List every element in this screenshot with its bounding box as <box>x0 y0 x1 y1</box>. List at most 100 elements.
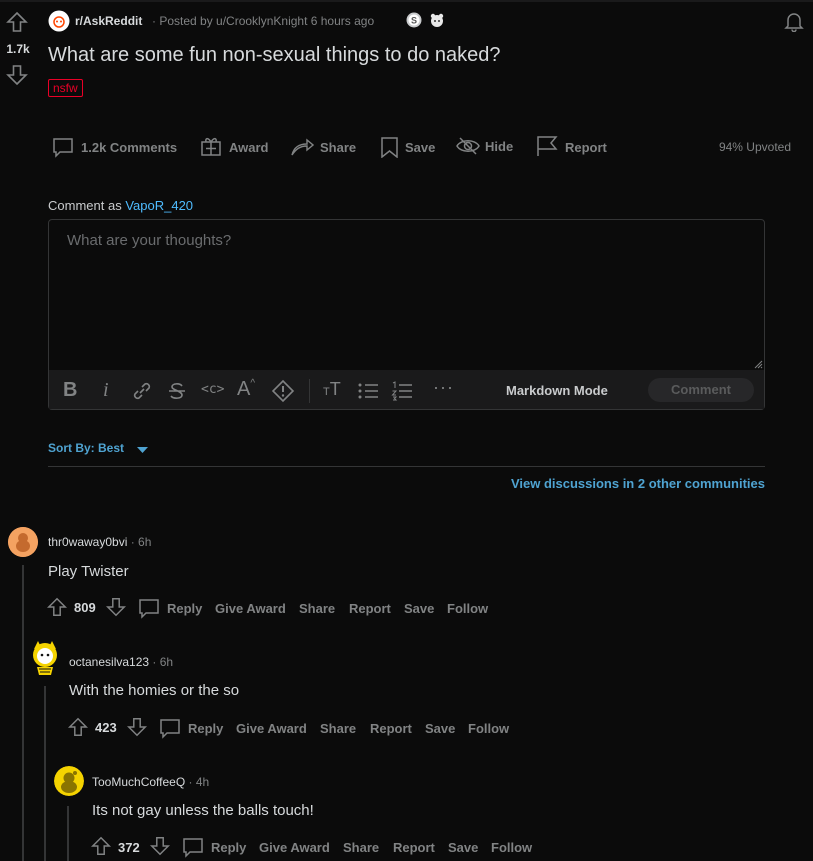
share-arrow-icon <box>291 138 314 156</box>
save-button[interactable]: Save <box>425 721 455 736</box>
report-button[interactable]: Report <box>370 721 412 736</box>
toolbar-divider <box>309 379 310 403</box>
share-label: Share <box>320 140 357 155</box>
avatar[interactable] <box>29 639 61 675</box>
share-button[interactable]: Share <box>343 840 379 855</box>
comment-as-username[interactable]: VapoR_420 <box>125 198 193 213</box>
downvote-icon[interactable] <box>105 596 127 618</box>
give-award-button[interactable]: Give Award <box>259 840 330 855</box>
comment-body: Its not gay unless the balls touch! <box>92 802 314 819</box>
superscript-icon[interactable]: A^ <box>237 378 255 401</box>
flag-icon <box>537 136 558 156</box>
bookmark-icon <box>381 137 398 158</box>
upvote-icon[interactable] <box>90 835 112 857</box>
more-options-icon[interactable]: ··· <box>433 377 454 398</box>
nsfw-flair: nsfw <box>48 79 83 97</box>
reply-button[interactable]: Reply <box>188 721 223 736</box>
downvote-icon[interactable] <box>126 716 148 738</box>
avatar[interactable] <box>54 766 84 796</box>
follow-button[interactable]: Follow <box>491 840 532 855</box>
upvote-icon <box>6 11 28 32</box>
thread-line[interactable] <box>22 565 24 861</box>
report-button[interactable]: Report <box>349 601 391 616</box>
reply-bubble-icon[interactable] <box>138 597 160 619</box>
comment-header: TooMuchCoffeeQ · 4h <box>92 775 209 789</box>
follow-button[interactable]: Follow <box>447 601 488 616</box>
award-label: Award <box>229 140 269 155</box>
upvote-icon[interactable] <box>67 716 89 738</box>
comment-actions: 372 Reply Give Award Share Report Save F… <box>90 835 560 859</box>
comment-time: · 6h <box>130 535 152 549</box>
spoiler-icon[interactable] <box>271 379 295 403</box>
bell-icon <box>784 13 804 32</box>
share-button[interactable]: Share <box>299 601 335 616</box>
view-discussions-link[interactable]: View discussions in 2 other communities <box>511 476 765 491</box>
gift-icon <box>201 137 221 156</box>
comment-author[interactable]: TooMuchCoffeeQ <box>92 775 185 789</box>
downvote-icon <box>6 65 28 86</box>
avatar[interactable] <box>8 527 38 557</box>
post-vote-count: 1.7k <box>6 42 30 56</box>
numbered-list-icon[interactable] <box>391 381 413 401</box>
sort-dropdown[interactable]: Sort By: Best <box>48 441 124 455</box>
sort-label: Sort By: Best <box>48 441 125 455</box>
comment-vote-count: 423 <box>95 720 117 735</box>
notification-bell-button[interactable] <box>783 10 805 32</box>
reply-bubble-icon[interactable] <box>159 717 181 739</box>
report-label: Report <box>565 140 607 155</box>
post-downvote-button[interactable] <box>5 63 29 87</box>
bulleted-list-icon[interactable] <box>357 381 379 401</box>
italic-icon[interactable]: i <box>103 379 109 402</box>
strikethrough-icon[interactable] <box>166 380 188 402</box>
divider <box>48 466 765 467</box>
inline-code-icon[interactable]: <c> <box>201 382 224 397</box>
caret-down-icon[interactable] <box>137 447 148 453</box>
give-award-button[interactable]: Give Award <box>215 601 286 616</box>
subreddit-icon[interactable] <box>48 10 70 32</box>
silver-award-icon: S <box>406 12 422 28</box>
downvote-icon[interactable] <box>149 835 171 857</box>
comment-body: With the homies or the so <box>69 682 240 699</box>
resize-handle-icon[interactable] <box>754 360 763 369</box>
save-label: Save <box>405 140 436 155</box>
comment-as-line: Comment as VapoR_420 <box>48 198 193 213</box>
bold-icon[interactable]: B <box>63 379 77 402</box>
comments-label: 1.2k Comments <box>81 140 178 155</box>
post-title[interactable]: What are some fun non-sexual things to d… <box>48 44 501 67</box>
thread-line[interactable] <box>67 806 69 861</box>
upvote-icon[interactable] <box>46 596 68 618</box>
comment-input[interactable]: What are your thoughts? <box>67 232 231 249</box>
comment-author[interactable]: thr0waway0bvi <box>48 535 127 549</box>
save-button[interactable]: Save <box>448 840 478 855</box>
reply-button[interactable]: Reply <box>167 601 202 616</box>
top-border <box>0 0 813 2</box>
comment-author[interactable]: octanesilva123 <box>69 655 149 669</box>
reply-button[interactable]: Reply <box>211 840 246 855</box>
save-button[interactable]: Save <box>404 601 434 616</box>
markdown-mode-button[interactable]: Markdown Mode <box>506 383 608 398</box>
report-button[interactable]: Report <box>393 840 435 855</box>
subreddit-link[interactable]: r/AskReddit <box>75 14 142 28</box>
comment-as-prefix: Comment as <box>48 198 122 213</box>
comment-time: · 6h <box>152 655 174 669</box>
eye-slash-icon <box>456 137 480 155</box>
comment-header: thr0waway0bvi · 6h <box>48 535 151 549</box>
share-button[interactable]: Share <box>320 721 356 736</box>
wholesome-award-icon <box>429 12 445 28</box>
post-upvote-button[interactable] <box>5 10 29 34</box>
comment-body: Play Twister <box>48 563 129 580</box>
comment-editor: What are your thoughts? B i <c> A^ TT ··… <box>48 219 765 410</box>
comment-actions: 809 Reply Give Award Share Report Save F… <box>46 596 516 620</box>
comment-vote-count: 809 <box>74 600 96 615</box>
reply-bubble-icon[interactable] <box>182 836 204 858</box>
link-icon[interactable] <box>131 380 153 402</box>
post-meta: · Posted by u/CrooklynKnight 6 hours ago <box>152 14 375 28</box>
follow-button[interactable]: Follow <box>468 721 509 736</box>
give-award-button[interactable]: Give Award <box>236 721 307 736</box>
comment-actions: 423 Reply Give Award Share Report Save F… <box>67 716 537 740</box>
heading-icon[interactable]: TT <box>323 379 341 400</box>
svg-text:S: S <box>411 16 417 26</box>
submit-comment-button[interactable]: Comment <box>648 378 754 402</box>
comment-bubble-icon <box>53 138 73 158</box>
thread-line[interactable] <box>44 686 46 861</box>
